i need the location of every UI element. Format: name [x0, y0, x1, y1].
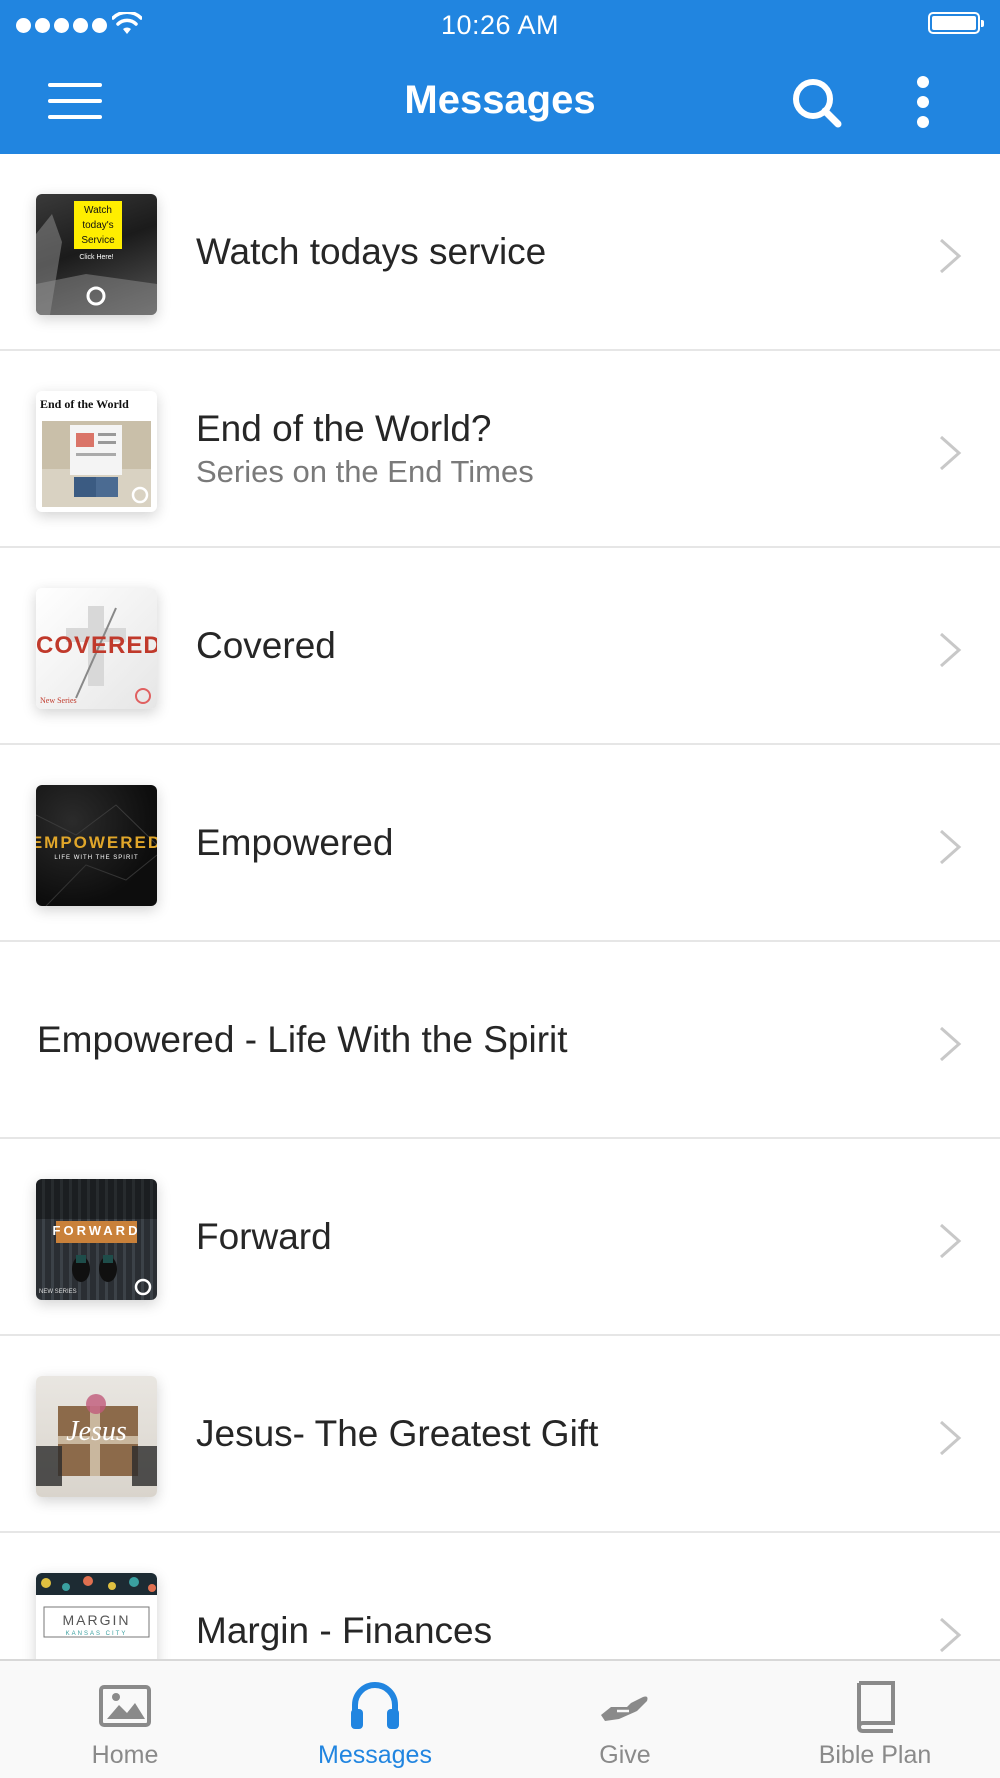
series-thumbnail-empowered: EMPOWERED LIFE WITH THE SPIRIT — [36, 785, 157, 906]
chevron-right-icon — [940, 1026, 962, 1062]
item-subtitle: Series on the End Times — [196, 453, 534, 489]
item-title: Covered — [196, 624, 336, 666]
tab-home[interactable]: Home — [0, 1661, 250, 1778]
series-thumbnail-covered: COVERED New Series — [36, 588, 157, 709]
tab-give[interactable]: Give — [500, 1661, 750, 1778]
status-time: 10:26 AM — [440, 10, 560, 40]
tab-label: Home — [91, 1741, 159, 1769]
book-icon — [856, 1681, 895, 1733]
app-header: 10:26 AM Messages — [0, 0, 1000, 154]
list-item[interactable]: End of the World End of the World? Serie… — [0, 351, 1000, 548]
thumb-text: Jesus — [66, 1416, 127, 1447]
list-item[interactable]: EMPOWERED LIFE WITH THE SPIRIT Empowered — [0, 745, 1000, 942]
tab-label: Messages — [318, 1741, 432, 1769]
messages-list: Watch today's Service Click Here! Watch … — [0, 154, 1000, 1659]
chevron-right-icon — [940, 1617, 962, 1653]
tab-bible-plan[interactable]: Bible Plan — [750, 1661, 1000, 1778]
thumb-text: NEW SERIES — [39, 1289, 77, 1295]
headphones-icon — [351, 1682, 399, 1729]
list-item[interactable]: MARGIN KANSAS CITY Margin - Finances — [0, 1533, 1000, 1659]
thumb-text: LIFE WITH THE SPIRIT — [54, 855, 139, 861]
search-icon[interactable] — [790, 76, 844, 130]
item-title: Forward — [196, 1215, 332, 1257]
list-item[interactable]: Jesus Jesus- The Greatest Gift — [0, 1336, 1000, 1533]
chevron-right-icon — [940, 238, 962, 274]
list-item[interactable]: FORWARD NEW SERIES Forward — [0, 1139, 1000, 1336]
chevron-right-icon — [940, 632, 962, 668]
tab-label: Give — [599, 1741, 651, 1769]
list-item[interactable]: Watch today's Service Click Here! Watch … — [0, 154, 1000, 351]
more-options-icon[interactable] — [908, 76, 938, 128]
series-thumbnail-margin: MARGIN KANSAS CITY — [36, 1573, 157, 1659]
chevron-right-icon — [940, 1420, 962, 1456]
item-title: Margin - Finances — [196, 1609, 493, 1651]
list-item[interactable]: COVERED New Series Covered — [0, 548, 1000, 745]
status-bar: 10:26 AM — [0, 0, 1000, 50]
item-title: Watch todays service — [196, 230, 547, 272]
thumb-text: KANSAS CITY — [65, 1631, 128, 1637]
chevron-right-icon — [940, 1223, 962, 1259]
list-item[interactable]: Empowered - Life With the Spirit — [0, 942, 1000, 1139]
image-icon — [99, 1685, 151, 1727]
tab-messages[interactable]: Messages — [250, 1661, 500, 1778]
chevron-right-icon — [940, 829, 962, 865]
thumb-text: Click Here! — [79, 254, 114, 261]
thumb-text: EMPOWERED — [36, 833, 157, 852]
item-title: Jesus- The Greatest Gift — [196, 1412, 599, 1454]
item-title: Empowered — [196, 821, 394, 863]
thumb-text: Service — [81, 235, 115, 246]
thumb-text: COVERED — [36, 632, 157, 659]
page-title: Messages — [404, 78, 596, 122]
series-thumbnail-end-of-the-world: End of the World — [36, 391, 157, 512]
giving-hand-icon — [601, 1696, 648, 1721]
thumb-text: New Series — [40, 696, 77, 705]
series-thumbnail-watch-service: Watch today's Service Click Here! — [36, 194, 157, 315]
thumb-text: Watch — [84, 205, 112, 216]
item-title: Empowered - Life With the Spirit — [37, 1018, 568, 1060]
tab-label: Bible Plan — [818, 1741, 932, 1769]
bottom-tab-bar: Home Messages Give Bible Plan — [0, 1659, 1000, 1778]
battery-icon — [928, 12, 984, 34]
thumb-text: MARGIN — [62, 1612, 131, 1628]
item-title: End of the World? — [196, 407, 492, 449]
thumb-text: today's — [82, 220, 114, 231]
series-thumbnail-forward: FORWARD NEW SERIES — [36, 1179, 157, 1300]
series-thumbnail-jesus-gift: Jesus — [36, 1376, 157, 1497]
chevron-right-icon — [940, 435, 962, 471]
